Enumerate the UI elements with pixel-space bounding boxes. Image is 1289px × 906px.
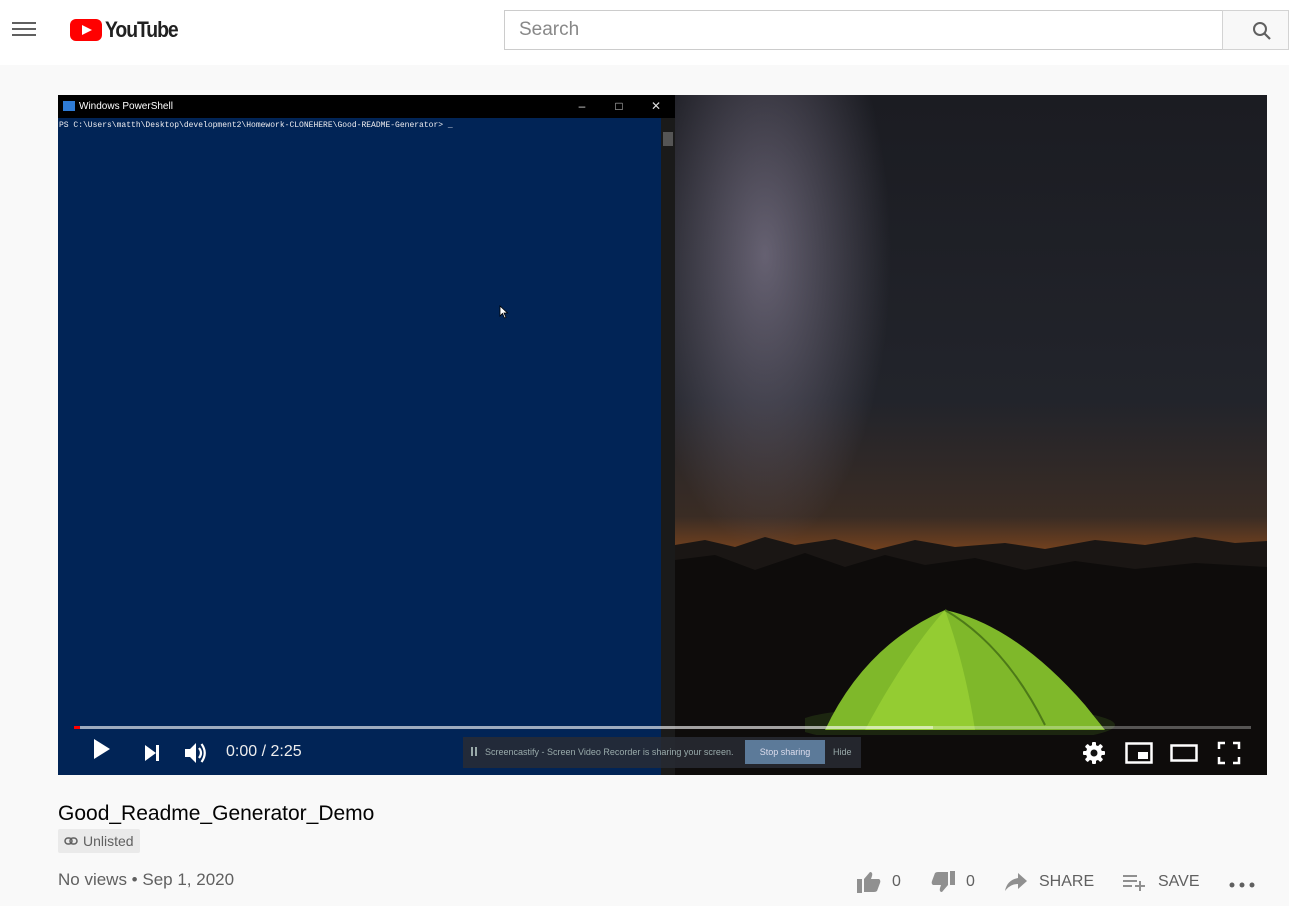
play-button[interactable]: [84, 738, 118, 768]
screencastify-message: Screencastify - Screen Video Recorder is…: [485, 747, 734, 757]
link-icon: [64, 837, 78, 845]
masthead: YouTube: [0, 0, 1289, 65]
video-title: Good_Readme_Generator_Demo: [58, 802, 375, 825]
logo-text: YouTube: [105, 17, 179, 42]
fullscreen-icon: [1217, 741, 1241, 765]
progress-bar[interactable]: [74, 726, 1251, 729]
powershell-title: Windows PowerShell: [79, 101, 173, 112]
powershell-titlebar: Windows PowerShell – □ ✕: [58, 95, 675, 118]
thumbs-up-icon: [857, 872, 881, 893]
video-meta: No views • Sep 1, 2020: [58, 870, 235, 889]
video-player[interactable]: Windows PowerShell – □ ✕ PS C:\Users\mat…: [58, 95, 1267, 775]
close-icon: ✕: [650, 99, 662, 113]
tent-image: [805, 609, 1115, 735]
miniplayer-icon: [1125, 742, 1153, 764]
search-button[interactable]: [1222, 10, 1289, 50]
maximize-icon: □: [615, 99, 623, 113]
pause-icon[interactable]: [471, 747, 477, 756]
minimize-icon: –: [578, 99, 586, 113]
miniplayer-button[interactable]: [1122, 738, 1156, 768]
settings-button[interactable]: [1077, 738, 1111, 768]
more-icon: [1229, 882, 1255, 888]
next-icon: [145, 745, 159, 761]
hide-button[interactable]: Hide: [833, 747, 852, 757]
stop-sharing-button[interactable]: Stop sharing: [745, 740, 825, 764]
search-input[interactable]: [504, 10, 1223, 50]
unlisted-badge: Unlisted: [58, 829, 140, 853]
progress-loaded: [74, 726, 934, 729]
progress-played: [74, 726, 80, 729]
playlist-add-icon: [1123, 875, 1145, 891]
powershell-scrollbar: [661, 118, 675, 775]
share-icon: [1005, 873, 1027, 891]
next-button[interactable]: [135, 738, 169, 768]
search-icon: [1253, 22, 1271, 40]
volume-button[interactable]: [179, 738, 213, 768]
save-button[interactable]: SAVE: [1122, 868, 1200, 896]
time-display: 0:00 / 2:25: [226, 743, 302, 760]
save-label: SAVE: [1158, 873, 1200, 890]
fullscreen-button[interactable]: [1212, 738, 1246, 768]
screencastify-bar: Screencastify - Screen Video Recorder is…: [463, 737, 861, 768]
youtube-play-badge-icon: [70, 19, 102, 41]
powershell-prompt: PS C:\Users\matth\Desktop\development2\H…: [59, 121, 453, 130]
more-actions-button[interactable]: [1229, 868, 1255, 896]
dislike-count: 0: [966, 873, 975, 890]
powershell-icon: [63, 101, 75, 111]
mouse-cursor-icon: [499, 305, 509, 319]
play-icon: [94, 739, 110, 759]
like-count: 0: [892, 873, 901, 890]
theater-icon: [1170, 744, 1198, 762]
settings-icon: [1083, 742, 1105, 764]
thumbs-down-icon: [931, 871, 955, 892]
powershell-window: Windows PowerShell – □ ✕ PS C:\Users\mat…: [58, 95, 675, 775]
youtube-logo[interactable]: YouTube: [70, 17, 187, 42]
desktop-wallpaper: [675, 95, 1267, 775]
theater-button[interactable]: [1167, 738, 1201, 768]
like-button[interactable]: 0: [856, 868, 901, 896]
menu-icon[interactable]: [10, 18, 38, 42]
volume-icon: [185, 743, 206, 763]
visibility-label: Unlisted: [83, 833, 134, 849]
dislike-button[interactable]: 0: [930, 868, 975, 896]
share-label: SHARE: [1039, 873, 1095, 890]
share-button[interactable]: SHARE: [1003, 868, 1094, 896]
